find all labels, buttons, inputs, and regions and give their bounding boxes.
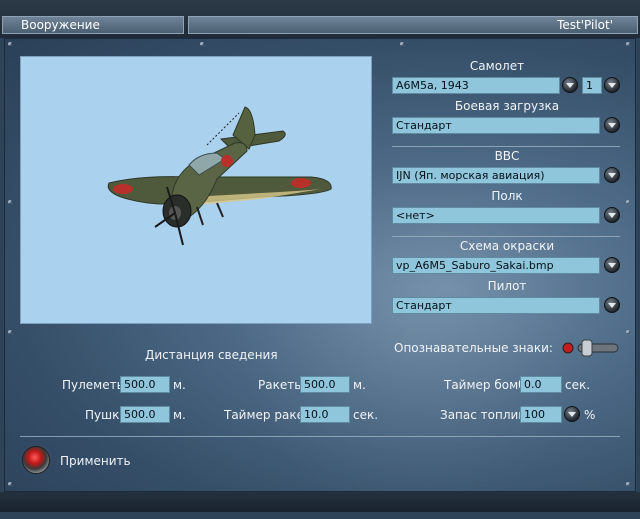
loadout-select[interactable]: Стандарт [392,117,600,134]
count-dropdown-icon[interactable] [604,77,620,93]
fuel-dropdown-icon[interactable] [564,406,580,422]
rocket-timer-input[interactable]: 10.0 [300,406,350,423]
pilot-dropdown-icon[interactable] [604,297,620,313]
pilot-label: Пилот [487,279,527,293]
pilot-title-label: Test'Pilot' [557,18,613,32]
aircraft-select[interactable]: A6M5a, 1943 [392,77,560,94]
air-force-dropdown-icon[interactable] [604,167,620,183]
air-force-select[interactable]: IJN (Яп. морская авиация) [392,167,600,184]
bottom-strip [0,492,640,512]
cannons-unit: м. [173,408,186,422]
separator [392,146,620,147]
separator [20,436,620,437]
rockets-label: Ракеты [258,378,304,392]
rockets-input[interactable]: 500.0 [300,376,350,393]
fuel-unit: % [584,408,596,422]
rivet-icon [400,42,404,46]
skin-select[interactable]: vp_A6M5_Saburo_Sakai.bmp [392,257,600,274]
apply-button[interactable] [22,446,50,474]
skin-label: Схема окраски [459,239,555,253]
rivet-icon [8,200,12,204]
rivet-icon [626,330,630,334]
aircraft-label: Самолет [469,59,525,73]
tab-armament-label: Вооружение [21,18,100,32]
rockets-unit: м. [353,378,366,392]
markings-toggle[interactable] [560,336,622,360]
apply-label[interactable]: Применить [60,454,131,468]
machine-guns-input[interactable]: 500.0 [120,376,170,393]
aircraft-model-icon [107,106,332,246]
bomb-timer-input[interactable]: 0.0 [520,376,562,393]
pilot-title-bar: Test'Pilot' [188,16,638,34]
rocket-timer-unit: сек. [353,408,379,422]
rivet-icon [8,330,12,334]
rivet-icon [626,42,630,46]
regiment-select[interactable]: <нет> [392,207,600,224]
air-force-label: ВВС [494,149,520,163]
aircraft-count-field[interactable]: 1 [582,77,602,94]
rivet-icon [200,42,204,46]
loadout-dropdown-icon[interactable] [604,117,620,133]
rivet-icon [626,200,630,204]
pilot-select[interactable]: Стандарт [392,297,600,314]
bomb-timer-label: Таймер бомб: [444,378,530,392]
aircraft-preview [20,56,372,324]
aircraft-dropdown-icon[interactable] [562,77,578,93]
tab-armament[interactable]: Вооружение [2,16,184,34]
rivet-icon [8,482,12,486]
machine-guns-label: Пулеметы [62,378,127,392]
convergence-title: Дистанция сведения [145,348,278,362]
rivet-icon [8,42,12,46]
loadout-label: Боевая загрузка [454,99,560,113]
skin-dropdown-icon[interactable] [604,257,620,273]
rivet-icon [626,482,630,486]
regiment-label: Полк [491,189,523,203]
regiment-dropdown-icon[interactable] [604,207,620,223]
bomb-timer-unit: сек. [565,378,591,392]
markings-label: Опознавательные знаки: [394,341,553,355]
separator [392,236,620,237]
cannons-input[interactable]: 500.0 [120,406,170,423]
fuel-label: Запас топлива [440,408,533,422]
machine-guns-unit: м. [173,378,186,392]
title-bar: Вооружение Test'Pilot' [0,0,640,38]
fuel-input[interactable]: 100 [520,406,562,423]
